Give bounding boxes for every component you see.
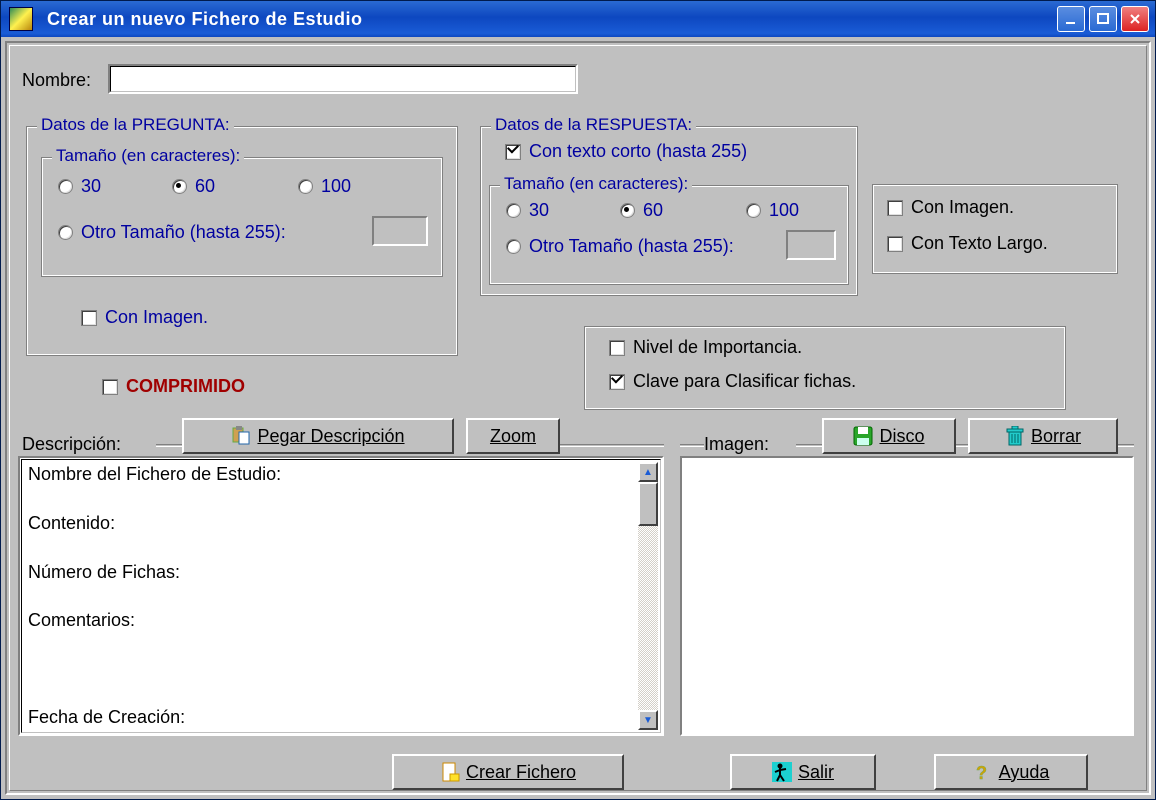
svg-text:?: ? [976,763,987,782]
comprimido-checkbox[interactable]: COMPRIMIDO [102,376,245,397]
pregunta-size-other[interactable]: Otro Tamaño (hasta 255): [58,222,286,243]
paste-icon [231,426,251,446]
pregunta-size-30[interactable]: 30 [58,176,101,197]
name-input[interactable] [108,64,578,94]
exit-icon [772,762,792,782]
ayuda-button[interactable]: ? Ayuda [934,754,1088,790]
window-title: Crear un nuevo Fichero de Estudio [47,9,1057,30]
respuesta-size-100[interactable]: 100 [746,200,799,221]
pregunta-size-legend: Tamaño (en caracteres): [52,146,244,166]
respuesta-extra-group: Con Imagen. Con Texto Largo. [872,184,1118,274]
respuesta-size-30[interactable]: 30 [506,200,549,221]
imagen-panel [680,456,1134,736]
scroll-thumb[interactable] [638,482,658,526]
close-button[interactable] [1121,6,1149,32]
respuesta-size-other[interactable]: Otro Tamaño (hasta 255): [506,236,734,257]
desc-line: Comentarios: [22,610,638,631]
disk-icon [853,426,873,446]
salir-button[interactable]: Salir [730,754,876,790]
respuesta-size-other-input[interactable] [786,230,836,260]
desc-line: Nombre del Fichero de Estudio: [22,464,638,485]
descripcion-label: Descripción: [22,434,121,455]
app-icon [9,7,33,31]
pregunta-size-group: Tamaño (en caracteres): 30 60 100 Otro T… [41,157,443,277]
respuesta-size-group: Tamaño (en caracteres): 30 60 100 Otro T… [489,185,849,285]
nivel-importancia-checkbox[interactable]: Nivel de Importancia. [609,337,802,358]
imagen-label: Imagen: [704,434,769,455]
pegar-descripcion-button[interactable]: Pegar Descripción [182,418,454,454]
window-frame: Crear un nuevo Fichero de Estudio Nombre… [0,0,1156,800]
disco-button[interactable]: Disco [822,418,956,454]
title-bar: Crear un nuevo Fichero de Estudio [1,1,1155,37]
crear-fichero-button[interactable]: Crear Fichero [392,754,624,790]
desc-line: Número de Fichas: [22,562,638,583]
borrar-button[interactable]: Borrar [968,418,1118,454]
maximize-button[interactable] [1089,6,1117,32]
zoom-button[interactable]: Zoom [466,418,560,454]
descripcion-scrollbar[interactable]: ▲ ▼ [638,462,658,730]
descripcion-textarea[interactable]: Nombre del Fichero de Estudio: Contenido… [18,456,664,736]
respuesta-group: Datos de la RESPUESTA: Con texto corto (… [480,126,858,296]
pregunta-con-imagen-checkbox[interactable]: Con Imagen. [81,307,208,328]
pregunta-size-100[interactable]: 100 [298,176,351,197]
respuesta-texto-largo-checkbox[interactable]: Con Texto Largo. [887,233,1048,254]
clave-clasificar-checkbox[interactable]: Clave para Clasificar fichas. [609,371,856,392]
desc-line: Contenido: [22,513,638,534]
pregunta-legend: Datos de la PREGUNTA: [37,115,234,135]
minimize-button[interactable] [1057,6,1085,32]
help-icon: ? [973,762,993,782]
classify-group: Nivel de Importancia. Clave para Clasifi… [584,326,1066,410]
respuesta-legend: Datos de la RESPUESTA: [491,115,696,135]
pregunta-group: Datos de la PREGUNTA: Tamaño (en caracte… [26,126,458,356]
trash-icon [1005,426,1025,446]
name-label: Nombre: [22,70,91,91]
pregunta-size-60[interactable]: 60 [172,176,215,197]
respuesta-con-imagen-checkbox[interactable]: Con Imagen. [887,197,1014,218]
respuesta-size-legend: Tamaño (en caracteres): [500,174,692,194]
scroll-down-button[interactable]: ▼ [638,710,658,730]
comprimido-label: COMPRIMIDO [126,376,245,397]
pregunta-size-other-input[interactable] [372,216,428,246]
respuesta-texto-corto-checkbox[interactable]: Con texto corto (hasta 255) [505,141,747,162]
document-icon [440,762,460,782]
desc-line: Fecha de Creación: [22,707,638,728]
respuesta-size-60[interactable]: 60 [620,200,663,221]
scroll-up-button[interactable]: ▲ [638,462,658,482]
